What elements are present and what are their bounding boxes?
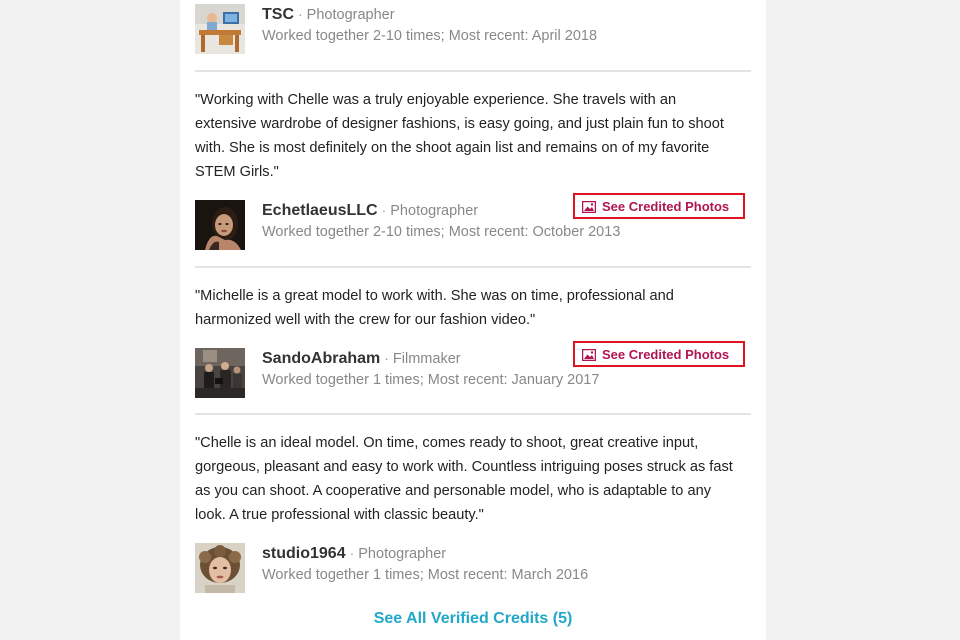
- reviewer-heading: SandoAbraham · Filmmaker: [262, 348, 461, 369]
- see-credited-photos-button[interactable]: See Credited Photos: [573, 193, 745, 219]
- review-quote: "Michelle is a great model to work with.…: [195, 288, 674, 328]
- work-history: Worked together 1 times; Most recent: Ja…: [262, 372, 600, 388]
- reviewer-role: Filmmaker: [392, 351, 461, 367]
- reviewer-role: Photographer: [390, 203, 479, 219]
- divider: [195, 266, 751, 268]
- portrait-avatar[interactable]: [195, 200, 245, 250]
- image-icon: [581, 200, 597, 214]
- review-quote: "Working with Chelle was a truly enjoyab…: [195, 92, 724, 180]
- separator-dot: ·: [298, 6, 303, 22]
- reviewer-row: TSC · Photographer Worked together 2-10 ti…: [195, 4, 751, 54]
- work-history: Worked together 1 times; Most recent: Ma…: [262, 567, 589, 583]
- reviewer-row: studio1964 · Photographer Worked together …: [195, 543, 751, 593]
- reviewer-heading: studio1964 · Photographer: [262, 543, 446, 564]
- work-history: Worked together 2-10 times; Most recent:…: [262, 28, 598, 44]
- see-credited-photos-label: See Credited Photos: [602, 346, 730, 362]
- reviewer-name[interactable]: EchetlaeusLLC: [262, 202, 378, 219]
- reviewer-name[interactable]: SandoAbraham: [262, 350, 380, 367]
- see-credited-photos-label: See Credited Photos: [602, 198, 730, 214]
- reviewer-name[interactable]: TSC: [262, 6, 294, 23]
- credits-panel: TSC · Photographer Worked together 2-10 ti…: [180, 0, 766, 640]
- desk-photo-avatar[interactable]: [195, 4, 245, 54]
- reviewer-row: EchetlaeusLLC · Photographer Worked togeth…: [195, 193, 751, 250]
- reviewer-name[interactable]: studio1964: [262, 545, 346, 562]
- reviewer-heading: EchetlaeusLLC · Photographer: [262, 200, 478, 221]
- reviewer-heading: TSC · Photographer: [262, 4, 395, 25]
- separator-dot: ·: [384, 350, 389, 366]
- reviewer-role: Photographer: [306, 7, 395, 23]
- film-crew-avatar[interactable]: [195, 348, 245, 398]
- review-quote: "Chelle is an ideal model. On time, come…: [195, 435, 733, 523]
- reviewer-role: Photographer: [358, 546, 447, 562]
- separator-dot: ·: [381, 202, 387, 218]
- divider: [195, 70, 751, 72]
- image-icon: [581, 348, 597, 362]
- divider: [195, 413, 751, 415]
- reviewer-row: SandoAbraham · Filmmaker Worked together 1…: [195, 341, 751, 398]
- see-all-verified-credits-link[interactable]: See All Verified Credits (5): [180, 609, 766, 629]
- work-history: Worked together 2-10 times; Most recent:…: [262, 224, 621, 240]
- vintage-portrait-avatar[interactable]: [195, 543, 245, 593]
- see-credited-photos-button[interactable]: See Credited Photos: [573, 341, 745, 367]
- separator-dot: ·: [349, 545, 355, 561]
